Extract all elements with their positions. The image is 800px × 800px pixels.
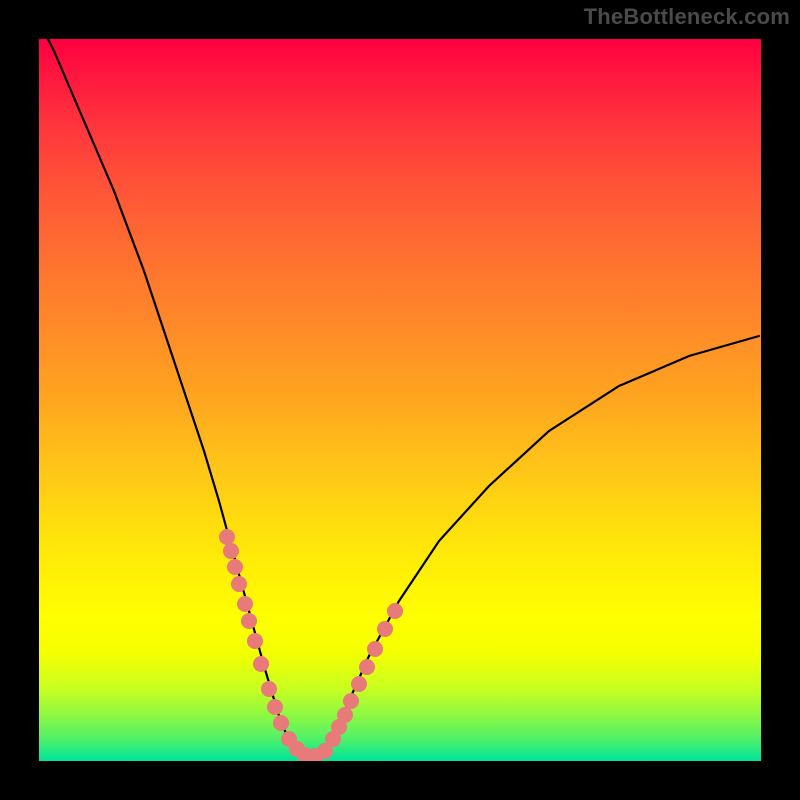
curve-marker <box>247 633 263 649</box>
curve-marker <box>261 681 277 697</box>
curve-marker <box>219 529 235 545</box>
curve-marker <box>273 715 289 731</box>
curve-marker <box>253 656 269 672</box>
curve-group <box>39 39 759 761</box>
curve-marker <box>241 613 257 629</box>
curve-marker <box>377 621 393 637</box>
curve-marker <box>227 559 243 575</box>
plot-area <box>39 39 761 761</box>
curve-marker <box>343 693 359 709</box>
curve-marker <box>387 603 403 619</box>
curve-marker <box>359 659 375 675</box>
curve-marker <box>337 707 353 723</box>
chart-stage: TheBottleneck.com <box>0 0 800 800</box>
curve-marker <box>267 699 283 715</box>
curve-marker <box>237 596 253 612</box>
attribution-label: TheBottleneck.com <box>584 4 790 30</box>
curve-marker <box>223 543 239 559</box>
curve-marker <box>351 676 367 692</box>
curve-marker <box>367 641 383 657</box>
marker-group <box>219 529 403 761</box>
chart-svg <box>39 39 761 761</box>
curve-marker <box>231 576 247 592</box>
curve-line <box>39 39 759 761</box>
